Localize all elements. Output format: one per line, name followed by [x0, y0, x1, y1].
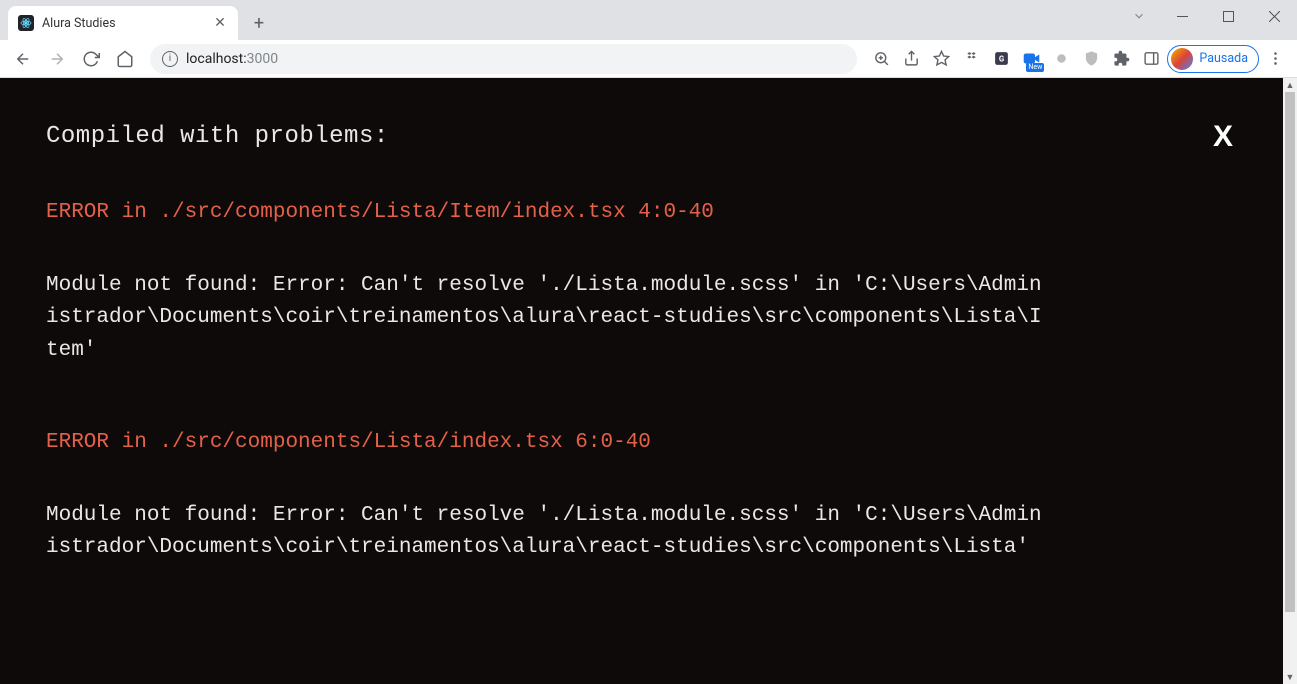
error-overlay: X Compiled with problems: ERROR in ./src… [0, 78, 1283, 684]
new-tab-button[interactable]: + [244, 8, 274, 38]
share-icon[interactable] [897, 45, 925, 73]
site-info-icon[interactable]: i [162, 51, 178, 67]
scroll-up-arrow-icon[interactable]: ▲ [1283, 78, 1297, 92]
browser-toolbar: i localhost:3000 G New [0, 40, 1297, 78]
url-host: localhost: [186, 51, 247, 67]
window-minimize-button[interactable] [1159, 0, 1205, 32]
svg-text:G: G [999, 54, 1004, 63]
tab-close-icon[interactable]: ✕ [212, 15, 228, 31]
bookmark-star-icon[interactable] [927, 45, 955, 73]
address-bar[interactable]: i localhost:3000 [150, 44, 857, 74]
overlay-heading: Compiled with problems: [46, 118, 1237, 155]
kebab-menu-icon[interactable] [1261, 45, 1289, 73]
window-maximize-button[interactable] [1205, 0, 1251, 32]
extension-shield-icon[interactable] [1077, 45, 1105, 73]
profile-chip[interactable]: Pausada [1167, 45, 1259, 73]
tab-strip: Alura Studies ✕ + [0, 0, 1297, 40]
profile-avatar-icon [1171, 48, 1193, 70]
extension-dot-icon[interactable] [1047, 45, 1075, 73]
overlay-close-button[interactable]: X [1213, 114, 1233, 161]
forward-button[interactable] [42, 44, 72, 74]
home-button[interactable] [110, 44, 140, 74]
browser-tab[interactable]: Alura Studies ✕ [8, 6, 238, 40]
back-button[interactable] [8, 44, 38, 74]
window-controls [1119, 0, 1297, 32]
vertical-scrollbar[interactable]: ▲ ▼ [1283, 78, 1297, 684]
window-close-button[interactable] [1251, 0, 1297, 32]
error-body: Module not found: Error: Can't resolve '… [46, 500, 1046, 565]
side-panel-icon[interactable] [1137, 45, 1165, 73]
extensions-puzzle-icon[interactable] [1107, 45, 1135, 73]
extension-dropbox-icon[interactable] [957, 45, 985, 73]
react-favicon-icon [18, 15, 34, 31]
tab-title: Alura Studies [42, 16, 204, 31]
error-title: ERROR in ./src/components/Lista/index.ts… [46, 427, 1237, 460]
toolbar-actions: G New Pausada [867, 45, 1289, 73]
url-port: 3000 [247, 51, 278, 67]
zoom-icon[interactable] [867, 45, 895, 73]
tab-search-chevron-icon[interactable] [1119, 0, 1159, 32]
scrollbar-thumb[interactable] [1285, 92, 1295, 612]
reload-button[interactable] [76, 44, 106, 74]
profile-label: Pausada [1199, 51, 1248, 66]
error-title: ERROR in ./src/components/Lista/Item/ind… [46, 197, 1237, 230]
extension-video-icon[interactable]: New [1017, 45, 1045, 73]
scroll-down-arrow-icon[interactable]: ▼ [1283, 670, 1297, 684]
error-body: Module not found: Error: Can't resolve '… [46, 270, 1046, 368]
url-text: localhost:3000 [186, 51, 278, 67]
extension-new-badge: New [1026, 63, 1044, 72]
extension-grammar-icon[interactable]: G [987, 45, 1015, 73]
